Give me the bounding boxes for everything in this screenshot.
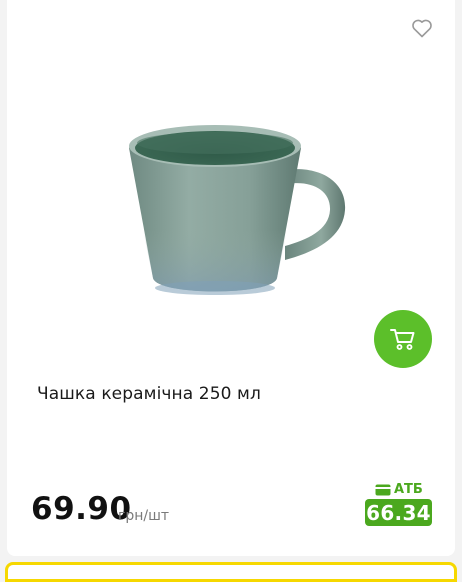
next-product-card[interactable] <box>5 562 457 582</box>
product-card[interactable]: Чашка керамічна 250 мл 69.90 грн/шт АТБ … <box>7 0 455 556</box>
product-title[interactable]: Чашка керамічна 250 мл <box>37 384 261 404</box>
price: 69.90 <box>31 491 132 527</box>
promo-label-text: АТБ <box>394 482 423 497</box>
promo-card-label: АТБ <box>375 482 423 497</box>
favorite-button[interactable] <box>410 16 434 40</box>
product-image[interactable] <box>115 110 355 310</box>
promo-price: 66.34 <box>365 499 432 526</box>
card-icon <box>375 484 391 495</box>
price-unit: грн/шт <box>118 508 170 524</box>
add-to-cart-button[interactable] <box>374 310 432 368</box>
cart-icon <box>390 329 415 350</box>
heart-icon <box>412 19 432 38</box>
